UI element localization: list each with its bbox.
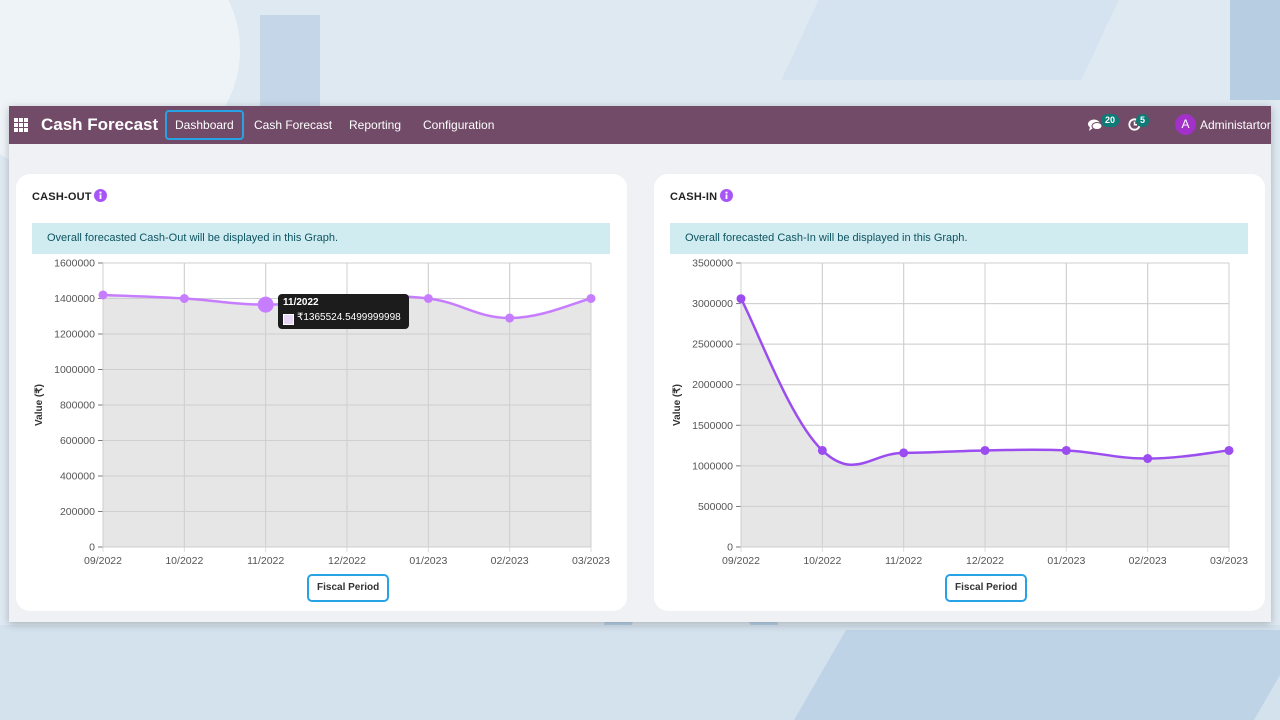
cash-in-data-point — [899, 448, 909, 458]
cash-in-x-tick-label: 02/2023 — [1129, 555, 1167, 567]
cash-in-alert: Overall forecasted Cash-In will be displ… — [670, 223, 1248, 254]
cash-out-y-tick-label: 400000 — [60, 471, 95, 483]
cash-in-data-point — [817, 445, 827, 455]
app-title[interactable]: Cash Forecast — [41, 115, 158, 135]
cash-out-y-tick-label: 600000 — [60, 435, 95, 447]
cash-in-y-tick-label: 3500000 — [692, 258, 733, 270]
cash-out-y-axis-title: Value (₹) — [34, 384, 45, 426]
cash-out-hover-point — [257, 296, 274, 313]
cash-out-x-tick-label: 01/2023 — [409, 555, 447, 567]
app-window: Cash Forecast Dashboard Cash Forecast Re… — [9, 106, 1271, 622]
cash-in-data-point — [980, 445, 990, 455]
tooltip-title: 11/2022 — [283, 297, 319, 308]
menu-dashboard[interactable]: Dashboard — [165, 110, 244, 140]
cash-out-y-tick-label: 1600000 — [54, 258, 95, 270]
cash-in-y-tick-label: 3000000 — [692, 298, 733, 310]
cash-in-chart[interactable]: 0 500000 1000000 1500000 2000000 2500000 30000… — [654, 254, 1265, 584]
cash-out-x-tick-label: 03/2023 — [572, 555, 610, 567]
chat-icon[interactable] — [1088, 119, 1102, 132]
cash-out-card: CASH-OUT Overall forecasted Cash-Out wil… — [16, 174, 627, 611]
cash-in-data-point — [1143, 454, 1153, 464]
cash-in-y-tick-label: 2500000 — [692, 339, 733, 351]
cash-out-x-tick-label: 02/2023 — [491, 555, 529, 567]
menu-reporting[interactable]: Reporting — [341, 110, 409, 140]
info-circle-icon[interactable] — [720, 189, 733, 202]
cash-out-x-tick-label: 12/2022 — [328, 555, 366, 567]
cash-in-y-tick-label: 0 — [727, 542, 733, 554]
cash-in-card: CASH-IN Overall forecasted Cash-In will … — [654, 174, 1265, 611]
cash-out-x-axis-title[interactable]: Fiscal Period — [307, 574, 390, 602]
cash-out-data-point — [179, 294, 189, 303]
top-navbar: Cash Forecast Dashboard Cash Forecast Re… — [9, 106, 1271, 144]
cash-out-x-tick-label: 10/2022 — [165, 555, 203, 567]
tooltip-value: ₹1365524.5499999998 — [297, 312, 401, 323]
cash-out-data-point — [423, 294, 433, 303]
app-grid-icon[interactable] — [14, 118, 28, 132]
activities-count-badge: 5 — [1136, 114, 1150, 127]
cash-in-x-tick-label: 03/2023 — [1210, 555, 1248, 567]
cash-in-y-axis-title: Value (₹) — [672, 384, 683, 426]
tooltip-swatch — [283, 314, 294, 325]
cash-in-x-axis-title[interactable]: Fiscal Period — [945, 574, 1028, 602]
messages-count-badge: 20 — [1101, 114, 1120, 127]
cash-out-x-tick-label: 09/2022 — [84, 555, 122, 567]
cash-in-y-tick-label: 2000000 — [692, 379, 733, 391]
cash-in-title: CASH-IN — [670, 191, 718, 203]
cash-in-y-tick-label: 1500000 — [692, 420, 733, 432]
chart-tooltip: 11/2022 ₹1365524.5499999998 — [278, 294, 409, 329]
user-name[interactable]: Administartor — [1200, 118, 1271, 132]
cash-in-x-tick-label: 11/2022 — [885, 555, 922, 567]
cash-in-data-point — [736, 294, 746, 304]
avatar[interactable]: A — [1175, 114, 1196, 135]
cash-out-y-tick-label: 800000 — [60, 400, 95, 412]
menu-configuration[interactable]: Configuration — [415, 110, 502, 140]
menu-cash-forecast[interactable]: Cash Forecast — [246, 110, 340, 140]
cash-in-y-tick-label: 500000 — [698, 501, 733, 513]
cash-out-alert: Overall forecasted Cash-Out will be disp… — [32, 223, 610, 254]
cash-in-x-tick-label: 12/2022 — [966, 555, 1004, 567]
cash-out-y-tick-label: 1000000 — [54, 364, 95, 376]
cash-out-title: CASH-OUT — [32, 191, 92, 203]
cash-out-y-tick-label: 200000 — [60, 506, 95, 518]
cash-in-x-tick-label: 10/2022 — [803, 555, 841, 567]
cash-out-y-tick-label: 1200000 — [54, 329, 95, 341]
cash-out-y-tick-label: 0 — [89, 542, 95, 554]
info-circle-icon[interactable] — [94, 189, 107, 202]
cash-in-data-point — [1061, 445, 1071, 455]
cash-out-data-point — [98, 290, 108, 300]
cash-in-y-tick-label: 1000000 — [692, 460, 733, 472]
cash-out-data-point — [505, 313, 515, 323]
cash-in-data-point — [1224, 445, 1234, 455]
cash-out-data-point — [586, 294, 596, 303]
cash-in-x-tick-label: 01/2023 — [1047, 555, 1085, 567]
cash-out-x-tick-label: 11/2022 — [247, 555, 284, 567]
cash-out-y-tick-label: 1400000 — [54, 293, 95, 305]
cash-in-x-tick-label: 09/2022 — [722, 555, 760, 567]
